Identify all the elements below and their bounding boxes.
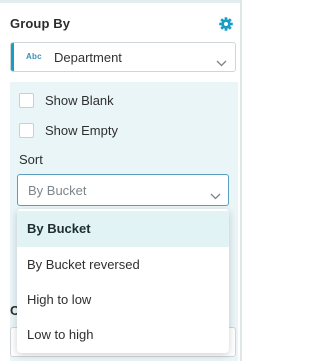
panel-edge — [240, 0, 242, 361]
sort-select[interactable]: By Bucket — [17, 174, 229, 206]
show-empty-label: Show Empty — [45, 123, 118, 138]
show-empty-checkbox[interactable] — [19, 123, 34, 138]
sort-label: Sort — [19, 152, 43, 167]
sort-option-low-to-high[interactable]: Low to high — [17, 317, 229, 353]
show-blank-label: Show Blank — [45, 93, 114, 108]
sort-option-high-to-low[interactable]: High to low — [17, 282, 229, 318]
sort-value: By Bucket — [28, 183, 87, 198]
show-blank-checkbox[interactable] — [19, 93, 34, 108]
group-by-value: Department — [54, 50, 122, 65]
text-type-badge: Abc — [26, 52, 42, 61]
group-by-header: Group By — [0, 3, 240, 41]
group-by-select[interactable]: Abc Department — [10, 42, 236, 72]
chevron-down-icon — [210, 187, 221, 200]
sort-option-by-bucket-reversed[interactable]: By Bucket reversed — [17, 247, 229, 283]
gear-icon[interactable] — [219, 17, 233, 31]
group-by-title: Group By — [10, 16, 71, 31]
sort-option-by-bucket[interactable]: By Bucket — [17, 211, 229, 247]
sort-dropdown-menu: By Bucket By Bucket reversed High to low… — [17, 209, 229, 353]
chevron-down-icon — [216, 54, 227, 67]
select-accent-bar — [11, 43, 14, 71]
